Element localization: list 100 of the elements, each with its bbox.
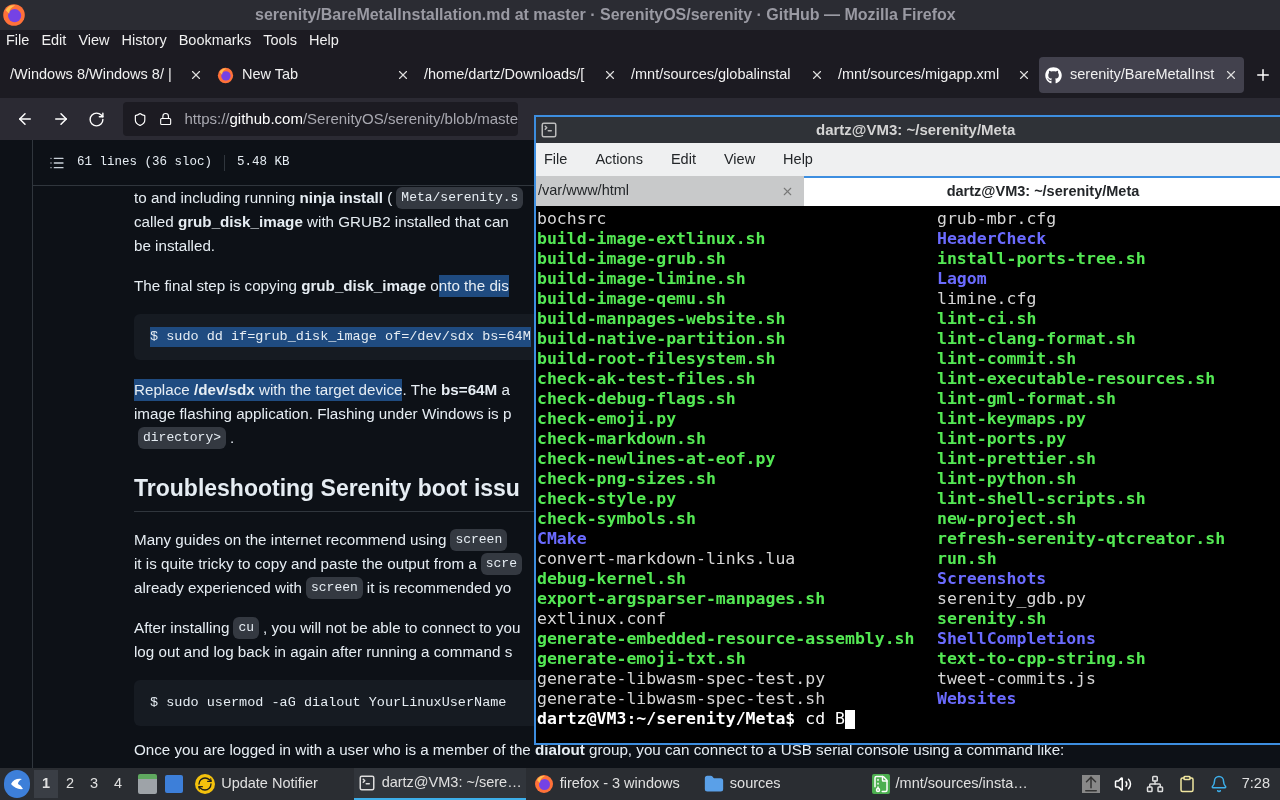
firefox-logo-icon [2, 3, 26, 27]
menu-item[interactable]: File [6, 30, 30, 52]
menu-item[interactable]: Tools [263, 30, 298, 52]
file-name: check-debug-flags.sh [537, 389, 737, 409]
taskbar-button[interactable]: firefox - 3 windows [529, 768, 692, 800]
file-name: generate-libwasm-spec-test.py [537, 669, 827, 689]
taskbar-button[interactable]: dartz@VM3: ~/sere… [353, 768, 526, 800]
file-name: bochsrc [537, 209, 608, 229]
menu-item[interactable]: View [723, 148, 756, 171]
terminal-tab[interactable]: dartz@VM3: ~/serenity/Meta [804, 176, 1280, 206]
close-icon[interactable] [396, 68, 410, 82]
clock: 7:28 [1241, 774, 1270, 794]
inline-code: screen [450, 529, 508, 551]
new-tab-icon[interactable] [1254, 66, 1272, 84]
taskbar-button[interactable]: sources [699, 768, 868, 800]
file-name: check-emoji.py [537, 409, 678, 429]
menu-item[interactable]: View [78, 30, 110, 52]
file-name: build-image-qemu.sh [537, 289, 727, 309]
text-run: already experienced with [134, 577, 302, 598]
tab-title: New Tab [242, 65, 300, 85]
menu-item[interactable]: Help [783, 148, 813, 171]
notification-icon[interactable] [1209, 775, 1228, 793]
file-name: lint-prettier.sh [937, 449, 1097, 469]
reload-icon[interactable] [88, 110, 105, 128]
file-name: Lagom [937, 269, 988, 289]
shell-prompt: dartz@VM3:~/serenity/Meta$ [537, 707, 796, 730]
close-icon[interactable] [1017, 68, 1031, 82]
close-icon[interactable] [603, 68, 617, 82]
file-name: check-newlines-at-eof.py [537, 449, 777, 469]
address-bar[interactable]: https://github.com/SerenityOS/serenity/blob/maste [123, 102, 518, 136]
text-run: log out and log back in again after running a command s [134, 641, 513, 662]
github-icon [1045, 66, 1062, 84]
taskbar-button[interactable]: Update Notifier [191, 768, 350, 800]
shield-icon[interactable] [133, 110, 148, 128]
close-icon[interactable] [189, 68, 203, 82]
forward-icon[interactable] [52, 110, 70, 128]
menu-item[interactable]: Bookmarks [178, 30, 252, 52]
archive-icon [871, 774, 890, 794]
network-icon[interactable] [1145, 775, 1164, 793]
inline-code: directory> [138, 427, 226, 449]
workspace-button[interactable]: 1 [34, 770, 58, 798]
terminal-tab[interactable]: /var/www/html [536, 176, 804, 206]
menu-item[interactable]: File [544, 148, 568, 171]
file-name: text-to-cpp-string.sh [937, 649, 1147, 669]
file-name: export-argsparser-manpages.sh [537, 589, 827, 609]
volume-icon[interactable] [1113, 775, 1132, 793]
workspace-button[interactable]: 4 [106, 770, 130, 798]
file-name: serenity_gdb.py [937, 589, 1087, 609]
file-name: tweet-commits.js [937, 669, 1097, 689]
text-run: The final step is copying grub_disk_image o [134, 275, 439, 296]
file-name: build-native-partition.sh [537, 329, 787, 349]
taskbar-button[interactable]: /mnt/sources/insta… [867, 768, 1082, 800]
menu-item[interactable]: Help [309, 30, 339, 52]
menu-item[interactable]: Edit [41, 30, 67, 52]
browser-tab[interactable]: /home/dartz/Downloads/[ [418, 57, 623, 93]
tab-title: /Windows 8/Windows 8/ | [10, 65, 173, 85]
tab-title: /var/www/html [538, 181, 630, 201]
text-run: . The bs=64M a [402, 379, 510, 400]
file-name: generate-libwasm-spec-test.sh [537, 689, 827, 709]
text-run: to and including running ninja install ( [134, 187, 393, 208]
desktop-icon[interactable] [164, 775, 184, 793]
text-run: nto the dis [438, 274, 509, 298]
browser-tab[interactable]: /mnt/sources/globalinstal [625, 57, 830, 93]
folder-icon [703, 774, 724, 794]
task-title: dartz@VM3: ~/sere… [381, 773, 522, 793]
terminal-icon [540, 121, 558, 139]
eject-icon[interactable] [1081, 775, 1100, 793]
task-title: firefox - 3 windows [559, 774, 680, 794]
file-name: check-style.py [537, 489, 678, 509]
text-run: Replace /dev/sdx with the target device [134, 378, 403, 402]
close-icon[interactable] [1224, 68, 1238, 82]
back-icon[interactable] [16, 110, 34, 128]
file-name: ShellCompletions [937, 629, 1097, 649]
clipboard-icon[interactable] [1177, 775, 1196, 793]
file-name: lint-keymaps.py [937, 409, 1087, 429]
text-run: be installed. [134, 235, 216, 256]
file-name: check-png-sizes.sh [537, 469, 717, 489]
text-run: Once you are logged in with a user who is a member of the dialout group, you can connect to a USB serial console using a command like: [134, 739, 1065, 760]
inline-code: screen [306, 577, 363, 599]
menu-item[interactable]: Actions [595, 148, 643, 171]
start-menu-icon[interactable] [4, 770, 30, 798]
text-run: Many guides on the internet recommend using [134, 529, 447, 550]
window-title: serenity/BareMetalInstallation.md at master · SerenityOS/serenity · GitHub — Mozilla Firefox [255, 5, 956, 25]
file-name: lint-clang-format.sh [937, 329, 1137, 349]
file-name: lint-ci.sh [937, 309, 1038, 329]
file-name: convert-markdown-links.lua [537, 549, 797, 569]
file-name: build-image-limine.sh [537, 269, 747, 289]
workspace-button[interactable]: 2 [58, 770, 82, 798]
file-name: Websites [937, 689, 1018, 709]
text-cursor [845, 709, 856, 729]
close-icon[interactable] [810, 68, 824, 82]
browser-tab[interactable]: serenity/BareMetalInst [1039, 57, 1244, 93]
menu-item[interactable]: History [121, 30, 167, 52]
browser-tab[interactable]: /mnt/sources/migapp.xml [832, 57, 1037, 93]
browser-tab[interactable]: /Windows 8/Windows 8/ | [4, 57, 209, 93]
workspace-button[interactable]: 3 [82, 770, 106, 798]
lock-icon[interactable] [159, 111, 173, 127]
menu-item[interactable]: Edit [670, 148, 696, 171]
browser-tab[interactable]: New Tab [211, 57, 416, 93]
file-name: CMake [537, 529, 588, 549]
